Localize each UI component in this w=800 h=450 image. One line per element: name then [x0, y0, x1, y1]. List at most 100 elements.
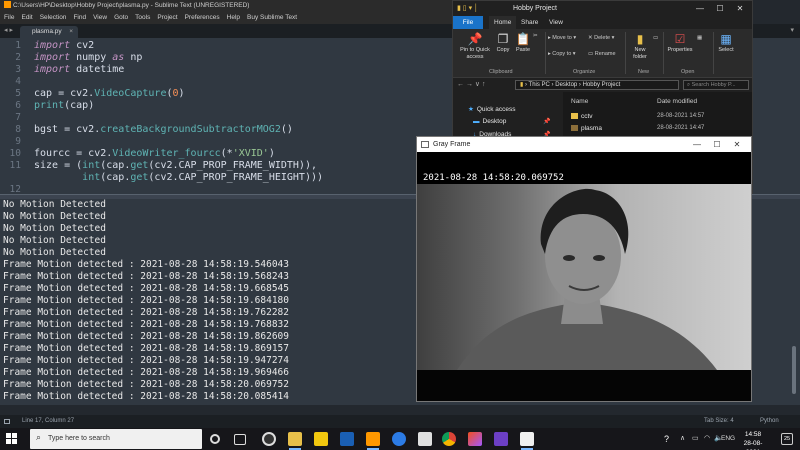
notification-center-icon[interactable]: 25 — [781, 433, 793, 445]
vscode-icon[interactable] — [340, 432, 354, 446]
file-explorer-icon[interactable] — [288, 432, 302, 450]
clock-time: 14:58 — [744, 431, 762, 438]
minimize-icon[interactable]: — — [687, 137, 707, 152]
menu-item-view[interactable]: View — [93, 12, 107, 24]
breadcrumb-this-pc[interactable]: This PC — [529, 82, 550, 88]
nav-desktop[interactable]: ▬ Desktop — [473, 118, 506, 125]
code-token: import — [34, 40, 71, 51]
status-syntax[interactable]: Python — [760, 415, 779, 428]
calculator-icon[interactable] — [418, 432, 432, 446]
windows-start-icon[interactable] — [6, 433, 17, 444]
chrome-icon[interactable] — [442, 432, 456, 446]
sticky-app-icon[interactable] — [314, 432, 328, 446]
maximize-icon[interactable]: ☐ — [707, 137, 727, 152]
quick-access-toolbar-icon[interactable]: ▮ ▯ ▾ │ — [457, 4, 478, 12]
sublime-title-text: C:\Users\HP\Desktop\Hobby Project\plasma… — [13, 2, 250, 9]
gray-frame-title: Gray Frame — [433, 141, 471, 148]
address-bar[interactable]: ▮ › This PC › Desktop › Hobby Project — [515, 80, 679, 90]
rename-button[interactable]: ▭ Rename — [588, 50, 616, 58]
language-indicator[interactable]: ENG — [721, 428, 735, 450]
tab-plasma-py[interactable]: plasma.py × — [20, 26, 78, 38]
column-name[interactable]: Name — [571, 98, 588, 105]
console-scrollbar[interactable] — [790, 200, 798, 400]
close-icon[interactable]: ✕ — [727, 137, 747, 152]
nav-arrows-icon[interactable]: ← → ∨ ↑ — [457, 78, 485, 92]
code-text: import numpy as np — [34, 52, 142, 64]
file-row-cctv[interactable]: cctv — [571, 113, 593, 120]
gray-frame-title-bar: Gray Frame — ☐ ✕ — [417, 137, 751, 152]
help-icon[interactable]: ? — [664, 428, 669, 450]
new-item-icon[interactable]: ▭ — [653, 34, 658, 42]
app-icon[interactable] — [494, 432, 508, 446]
file-row-plasma[interactable]: plasma — [571, 125, 602, 132]
console-line: Frame Motion detected : 2021-08-28 14:58… — [3, 355, 289, 366]
cortana-icon[interactable] — [210, 434, 220, 444]
code-token: int — [82, 160, 101, 171]
python-file-icon — [571, 125, 578, 131]
python-file-icon — [571, 113, 578, 119]
figma-icon[interactable] — [468, 432, 482, 446]
menu-item-project[interactable]: Project — [157, 12, 177, 24]
sublime-text-icon[interactable] — [366, 432, 380, 450]
battery-icon[interactable]: ▭ — [692, 428, 699, 450]
webcam-frame — [417, 184, 751, 370]
move-to-button[interactable]: ▸ Move to ▾ — [548, 34, 576, 42]
code-token: 'XVID' — [232, 148, 269, 159]
copy-button[interactable]: ❐ Copy — [493, 32, 513, 54]
ribbon-tab-view[interactable]: View — [549, 16, 563, 29]
code-text: fourcc = cv2.VideoWriter_fourcc(*'XVID') — [34, 148, 275, 160]
properties-button[interactable]: ☑ Properties — [665, 32, 695, 54]
code-token: import — [34, 52, 71, 63]
line-number: 6 — [15, 100, 21, 111]
menu-item-find[interactable]: Find — [73, 12, 86, 24]
menu-item-buy-sublime-text[interactable]: Buy Sublime Text — [247, 12, 297, 24]
menu-item-edit[interactable]: Edit — [21, 12, 32, 24]
taskbar-clock[interactable]: 14:58 28-08-2021 — [738, 430, 768, 450]
menu-item-goto[interactable]: Goto — [114, 12, 128, 24]
tray-chevron-icon[interactable]: ∧ — [680, 428, 685, 450]
line-number: 8 — [15, 124, 21, 135]
menu-item-selection[interactable]: Selection — [40, 12, 67, 24]
select-button[interactable]: ▦ Select — [715, 32, 737, 54]
task-view-icon[interactable] — [234, 434, 246, 445]
pin-quick-access-button[interactable]: 📌 Pin to Quick access — [457, 32, 493, 60]
breadcrumb-hobby-project[interactable]: Hobby Project — [583, 82, 621, 88]
menu-item-help[interactable]: Help — [227, 12, 240, 24]
taskbar-search-input[interactable]: ⌕ Type here to search — [30, 429, 202, 449]
menu-item-preferences[interactable]: Preferences — [185, 12, 220, 24]
cut-icon[interactable]: ✂ — [533, 32, 538, 40]
minimize-icon[interactable]: — — [690, 1, 710, 16]
ribbon-tab-home[interactable]: Home — [489, 16, 517, 29]
close-tab-icon[interactable]: × — [69, 26, 73, 38]
ribbon-tab-share[interactable]: Share — [521, 16, 538, 29]
copy-to-button[interactable]: ▸ Copy to ▾ — [548, 50, 576, 58]
menu-item-tools[interactable]: Tools — [135, 12, 150, 24]
obs-icon[interactable] — [262, 432, 276, 446]
line-number: 9 — [15, 136, 21, 147]
group-open: Open — [681, 69, 695, 75]
tab-scroll-arrows-icon[interactable]: ◂ ▸ — [4, 24, 13, 38]
column-date-modified[interactable]: Date modified — [657, 98, 697, 105]
paste-button[interactable]: 📋 Paste — [513, 32, 533, 54]
edge-icon[interactable] — [392, 432, 406, 446]
new-folder-button[interactable]: ▮ New folder — [628, 32, 652, 60]
open-icon[interactable]: ▦ — [697, 34, 702, 42]
code-token: np — [124, 52, 143, 63]
breadcrumb-desktop[interactable]: Desktop — [555, 82, 577, 88]
nav-quick-access[interactable]: ★ Quick access — [468, 105, 515, 113]
menu-item-file[interactable]: File — [4, 12, 14, 24]
search-input[interactable]: ⌕ Search Hobby P... — [683, 80, 749, 90]
scrollbar-thumb[interactable] — [792, 346, 796, 394]
status-tab-size[interactable]: Tab Size: 4 — [704, 415, 734, 428]
code-token: as — [112, 52, 125, 63]
delete-button[interactable]: ✕ Delete ▾ — [588, 34, 614, 42]
wifi-icon[interactable]: ◠ — [704, 428, 710, 450]
maximize-icon[interactable]: ☐ — [710, 1, 730, 16]
python-window-icon[interactable] — [520, 432, 534, 450]
close-icon[interactable]: ✕ — [730, 1, 750, 16]
tab-dropdown-icon[interactable]: ▾ — [790, 24, 794, 38]
panel-toggle-icon[interactable] — [4, 419, 10, 424]
ribbon-tab-file[interactable]: File — [453, 16, 483, 29]
folder-icon: ▮ — [636, 32, 644, 46]
